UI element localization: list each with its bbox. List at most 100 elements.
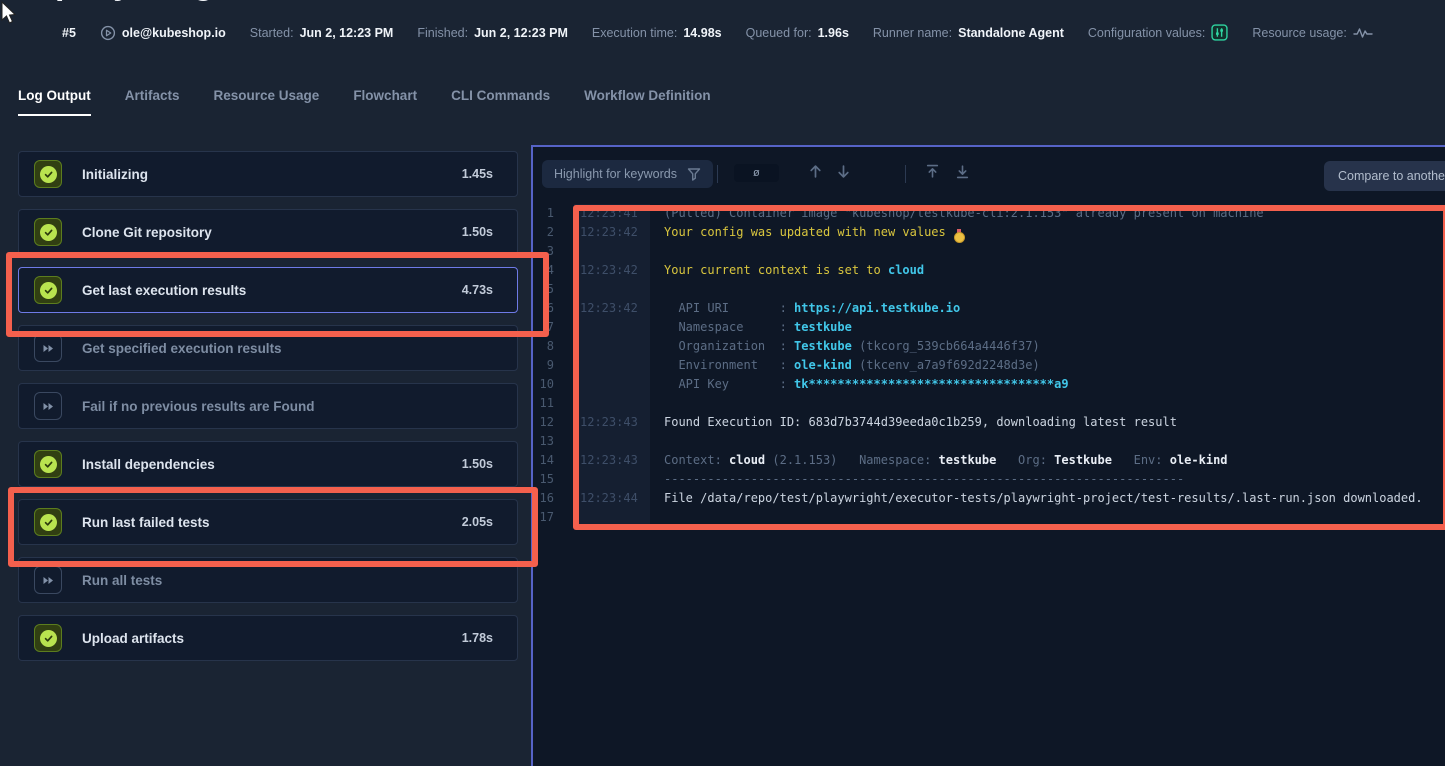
step-label: Fail if no previous results are Found	[82, 399, 315, 414]
log-line: 9 Environment : ole-kind (tkcenv_a7a9f69…	[533, 356, 1445, 375]
line-number: 11	[533, 394, 554, 413]
tab-artifacts[interactable]: Artifacts	[125, 88, 180, 116]
step-duration: 2.05s	[462, 515, 493, 529]
meta-resource-usage[interactable]: Resource usage:	[1252, 26, 1373, 40]
log-text-segment: testkube	[939, 453, 997, 467]
line-number: 17	[533, 508, 554, 527]
step-label: Upload artifacts	[82, 631, 184, 646]
meta-execution-time: Execution time:14.98s	[592, 26, 722, 40]
meta-label: Configuration values:	[1088, 26, 1205, 40]
line-content: ----------------------------------------…	[664, 470, 1184, 489]
tab-log-output[interactable]: Log Output	[18, 88, 91, 116]
line-number: 10	[533, 375, 554, 394]
status-passed-icon	[34, 218, 62, 246]
log-output: 112:23:41(Pulled) Container image "kubes…	[533, 204, 1445, 527]
log-text-segment: (tkcorg_539cb664a4446f37)	[852, 339, 1040, 353]
mouse-cursor-icon	[1, 1, 18, 25]
step-item-get-last-execution-results[interactable]: Get last execution results4.73s	[18, 267, 518, 313]
step-duration: 1.78s	[462, 631, 493, 645]
next-match-button[interactable]	[834, 162, 853, 184]
line-content: Found Execution ID: 683d7b3744d39eeda0c1…	[664, 413, 1177, 432]
step-item-initializing[interactable]: Initializing1.45s	[18, 151, 518, 197]
meta-value: Jun 2, 12:23 PM	[300, 26, 394, 40]
log-toolbar: Highlight for keywords ø	[533, 147, 1445, 193]
log-text-segment: Found Execution ID: 683d7b3744d39eeda0c1…	[664, 415, 1177, 429]
line-timestamp	[574, 375, 650, 394]
meta-value: 1.96s	[818, 26, 849, 40]
step-item-run-all-tests[interactable]: Run all tests	[18, 557, 518, 603]
meta-trigger-user: ole@kubeshop.io	[100, 25, 226, 41]
meta-label: Started:	[250, 26, 294, 40]
page-title: playwright	[55, 0, 475, 9]
meta-label: Resource usage:	[1252, 26, 1347, 40]
log-text-segment: (Pulled) Container image "kubeshop/testk…	[664, 206, 1264, 220]
line-number: 15	[533, 470, 554, 489]
log-text-segment: Testkube	[1054, 453, 1112, 467]
status-skipped-icon	[34, 334, 62, 362]
toolbar-divider	[905, 165, 906, 183]
log-line: 11	[533, 394, 1445, 413]
log-panel: Highlight for keywords ø	[531, 145, 1445, 766]
scroll-to-top-button[interactable]	[923, 162, 942, 184]
line-content: Your config was updated with new values …	[664, 223, 965, 242]
step-item-get-specified-execution-results[interactable]: Get specified execution results	[18, 325, 518, 371]
line-timestamp: 12:23:41	[574, 204, 650, 223]
step-item-clone-git-repository[interactable]: Clone Git repository1.50s	[18, 209, 518, 255]
meta-label: Finished:	[417, 26, 468, 40]
log-line: 4 12:23:42 Your current context is set to …	[533, 261, 1445, 280]
execution-meta: #5 ole@kubeshop.io Started: Jun 2, 12:23 PM…	[62, 24, 1373, 41]
log-text-segment: Organization :	[664, 339, 794, 353]
log-text-segment: Environment :	[664, 358, 794, 372]
line-content: Your current context is set to cloud	[664, 261, 924, 280]
arrow-down-icon	[836, 164, 851, 179]
step-item-upload-artifacts[interactable]: Upload artifacts 1.78s	[18, 615, 518, 661]
step-duration: 1.50s	[462, 457, 493, 471]
line-number: 4	[533, 261, 554, 280]
play-circle-icon	[100, 25, 116, 41]
line-number: 9	[533, 356, 554, 375]
line-number: 7	[533, 318, 554, 337]
pulse-icon	[1353, 26, 1373, 40]
log-text-segment: Your current context is set to	[664, 263, 888, 277]
filter-funnel-icon	[687, 168, 701, 181]
log-line: 1412:23:43Context: cloud (2.1.153) Names…	[533, 451, 1445, 470]
highlight-keywords-label: Highlight for keywords	[554, 167, 677, 181]
log-text-segment: cloud	[729, 453, 765, 467]
step-label: Initializing	[82, 167, 148, 182]
tab-cli-commands[interactable]: CLI Commands	[451, 88, 550, 116]
log-text-segment: File /data/repo/test/playwright/executor…	[664, 491, 1423, 505]
previous-match-button[interactable]	[806, 162, 825, 184]
step-list: Initializing1.45s Clone Git repository1.5…	[18, 151, 518, 673]
line-number: 5	[533, 280, 554, 299]
log-line: 112:23:41(Pulled) Container image "kubes…	[533, 204, 1445, 223]
log-line: 7 Namespace : testkube	[533, 318, 1445, 337]
status-passed-icon	[34, 508, 62, 536]
step-item-run-last-failed-tests[interactable]: Run last failed tests2.05s	[18, 499, 518, 545]
step-item-install-dependencies[interactable]: Install dependencies1.50s	[18, 441, 518, 487]
scroll-to-bottom-button[interactable]	[953, 162, 972, 184]
line-timestamp	[574, 432, 650, 451]
log-text-segment: Namespace :	[664, 320, 794, 334]
tab-flowchart[interactable]: Flowchart	[353, 88, 417, 116]
line-timestamp	[574, 280, 650, 299]
step-duration: 4.73s	[462, 283, 493, 297]
tab-resource-usage[interactable]: Resource Usage	[214, 88, 320, 116]
log-text-segment: ----------------------------------------…	[664, 472, 1184, 486]
line-timestamp: 12:23:42	[574, 261, 650, 280]
meta-configuration-values[interactable]: Configuration values:	[1088, 24, 1228, 41]
step-item-fail-if-no-previous-results-are-found[interactable]: Fail if no previous results are Found	[18, 383, 518, 429]
line-number: 6	[533, 299, 554, 318]
line-content: Environment : ole-kind (tkcenv_a7a9f692d…	[664, 356, 1040, 375]
tab-workflow-definition[interactable]: Workflow Definition	[584, 88, 711, 116]
line-timestamp	[574, 318, 650, 337]
status-passed-icon	[34, 160, 62, 188]
highlight-keywords-dropdown[interactable]: Highlight for keywords	[542, 160, 713, 188]
line-content: Namespace : testkube	[664, 318, 852, 337]
meta-execution-number: #5	[62, 26, 76, 40]
log-line: 13	[533, 432, 1445, 451]
check-icon	[40, 630, 57, 647]
line-timestamp: 12:23:43	[574, 413, 650, 432]
match-counter: ø	[734, 164, 779, 182]
compare-execution-button[interactable]: Compare to another exe	[1324, 161, 1445, 191]
meta-started: Started: Jun 2, 12:23 PM	[250, 26, 394, 40]
